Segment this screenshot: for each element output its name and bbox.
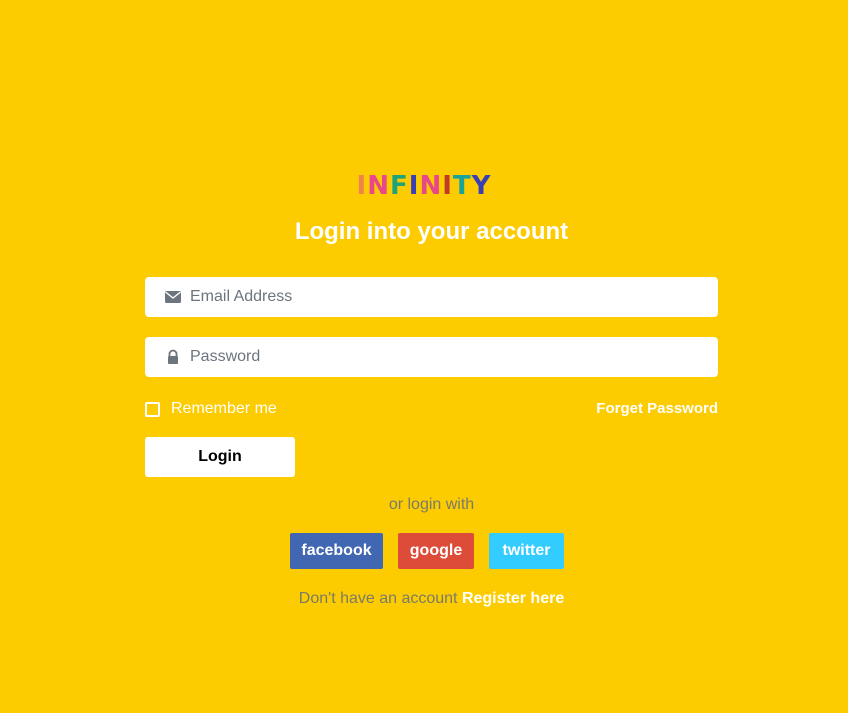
email-field[interactable] [145, 277, 718, 317]
register-prompt-text: Don't have an account [298, 590, 458, 607]
logo-letter: I [408, 171, 420, 201]
page-title: Login into your account [294, 218, 569, 245]
lock-icon [165, 349, 181, 365]
logo-letter: I [442, 171, 453, 201]
forget-password-link[interactable]: Forget Password [548, 399, 718, 419]
facebook-login-button[interactable]: facebook [290, 533, 383, 569]
login-page: INFINITY Login into your account Remembe… [0, 0, 848, 713]
password-field[interactable] [145, 337, 718, 377]
login-button[interactable]: Login [145, 437, 295, 477]
logo-letter: T [452, 171, 472, 201]
remember-me-checkbox[interactable] [145, 401, 160, 417]
logo-letter: N [367, 171, 390, 201]
logo-letter: N [419, 171, 443, 201]
logo-letter: F [389, 171, 409, 201]
or-login-with-text: or login with [388, 496, 475, 513]
logo-letter: Y [471, 171, 492, 201]
logo-letter: I [356, 171, 368, 201]
email-input[interactable] [190, 277, 710, 317]
register-link[interactable]: Register here [462, 590, 564, 607]
register-prompt: Don't have an account Register here [0, 589, 848, 609]
password-input[interactable] [190, 337, 710, 377]
google-login-button[interactable]: google [398, 533, 474, 569]
infinity-logo: INFINITY [0, 171, 848, 201]
remember-me-label[interactable]: Remember me [171, 400, 277, 418]
remember-me[interactable]: Remember me [145, 399, 277, 419]
twitter-login-button[interactable]: twitter [489, 533, 564, 569]
envelope-icon [165, 289, 181, 305]
